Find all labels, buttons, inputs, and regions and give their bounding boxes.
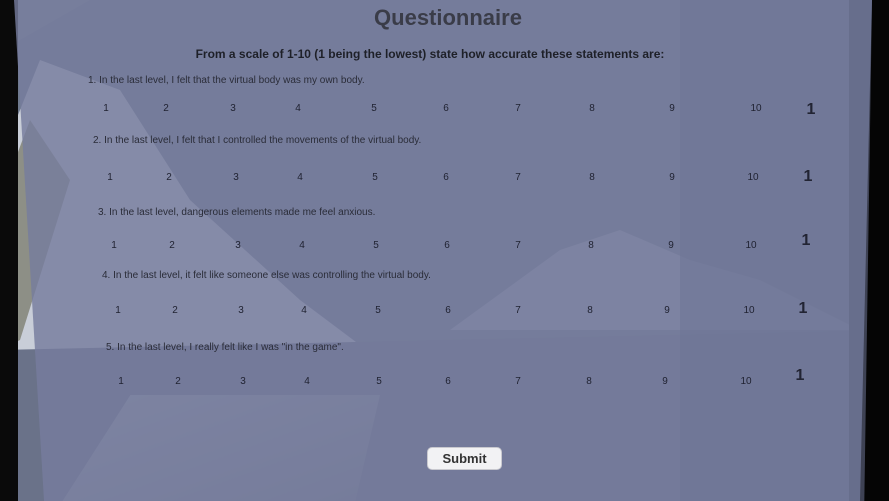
scale-option-3[interactable]: 3	[231, 305, 251, 316]
scale-option-1[interactable]: 1	[104, 240, 124, 251]
scale-option-9[interactable]: 9	[657, 305, 677, 316]
answer-column-panel	[680, 0, 872, 501]
scale-option-4[interactable]: 4	[294, 305, 314, 316]
scale-option-8[interactable]: 8	[582, 172, 602, 183]
scale-option-3[interactable]: 3	[233, 376, 253, 387]
instructions-text: From a scale of 1-10 (1 being the lowest…	[195, 47, 665, 61]
scale-option-10[interactable]: 10	[741, 240, 761, 251]
selected-answer-value: 1	[795, 367, 805, 384]
question-text: 1. In the last level, I felt that the vi…	[88, 75, 365, 86]
scale-option-5[interactable]: 5	[364, 103, 384, 114]
scale-option-9[interactable]: 9	[662, 103, 682, 114]
scale-option-3[interactable]: 3	[228, 240, 248, 251]
selected-answer-value: 1	[806, 101, 816, 118]
scale-option-10[interactable]: 10	[746, 103, 766, 114]
question-text: 2. In the last level, I felt that I cont…	[93, 135, 422, 146]
selected-answer-value: 1	[803, 168, 813, 185]
scale-option-4[interactable]: 4	[288, 103, 308, 114]
scale-option-2[interactable]: 2	[162, 240, 182, 251]
scale-option-6[interactable]: 6	[437, 240, 457, 251]
scale-option-10[interactable]: 10	[739, 305, 759, 316]
scale-option-5[interactable]: 5	[365, 172, 385, 183]
scale-option-8[interactable]: 8	[579, 376, 599, 387]
scale-option-4[interactable]: 4	[290, 172, 310, 183]
question-text: 4. In the last level, it felt like someo…	[102, 270, 431, 281]
scale-option-9[interactable]: 9	[655, 376, 675, 387]
scale-option-1[interactable]: 1	[108, 305, 128, 316]
selected-answer-value: 1	[798, 300, 808, 317]
scale-option-1[interactable]: 1	[100, 172, 120, 183]
scale-option-10[interactable]: 10	[736, 376, 756, 387]
question-text: 3. In the last level, dangerous elements…	[98, 207, 376, 218]
scale-option-9[interactable]: 9	[662, 172, 682, 183]
scale-option-6[interactable]: 6	[438, 305, 458, 316]
scale-option-6[interactable]: 6	[436, 103, 456, 114]
scale-option-3[interactable]: 3	[226, 172, 246, 183]
scale-option-7[interactable]: 7	[508, 376, 528, 387]
scale-option-7[interactable]: 7	[508, 103, 528, 114]
scale-option-8[interactable]: 8	[581, 240, 601, 251]
question-text: 5. In the last level, I really felt like…	[106, 342, 344, 353]
scale-option-8[interactable]: 8	[580, 305, 600, 316]
scale-option-8[interactable]: 8	[582, 103, 602, 114]
scale-option-6[interactable]: 6	[438, 376, 458, 387]
scale-option-7[interactable]: 7	[508, 172, 528, 183]
scale-option-2[interactable]: 2	[156, 103, 176, 114]
scale-option-5[interactable]: 5	[368, 305, 388, 316]
scale-option-3[interactable]: 3	[223, 103, 243, 114]
scale-option-4[interactable]: 4	[292, 240, 312, 251]
scene-edge-left	[0, 0, 18, 501]
scale-option-6[interactable]: 6	[436, 172, 456, 183]
scale-option-10[interactable]: 10	[743, 172, 763, 183]
page-title: Questionnaire	[374, 5, 522, 30]
scale-option-9[interactable]: 9	[661, 240, 681, 251]
scale-option-1[interactable]: 1	[111, 376, 131, 387]
scale-option-2[interactable]: 2	[165, 305, 185, 316]
scale-option-4[interactable]: 4	[297, 376, 317, 387]
scale-option-5[interactable]: 5	[366, 240, 386, 251]
submit-button[interactable]: Submit	[427, 447, 502, 470]
selected-answer-value: 1	[801, 232, 811, 249]
scale-option-7[interactable]: 7	[508, 305, 528, 316]
scale-option-7[interactable]: 7	[508, 240, 528, 251]
scale-option-1[interactable]: 1	[96, 103, 116, 114]
scale-option-5[interactable]: 5	[369, 376, 389, 387]
scale-option-2[interactable]: 2	[168, 376, 188, 387]
scale-option-2[interactable]: 2	[159, 172, 179, 183]
